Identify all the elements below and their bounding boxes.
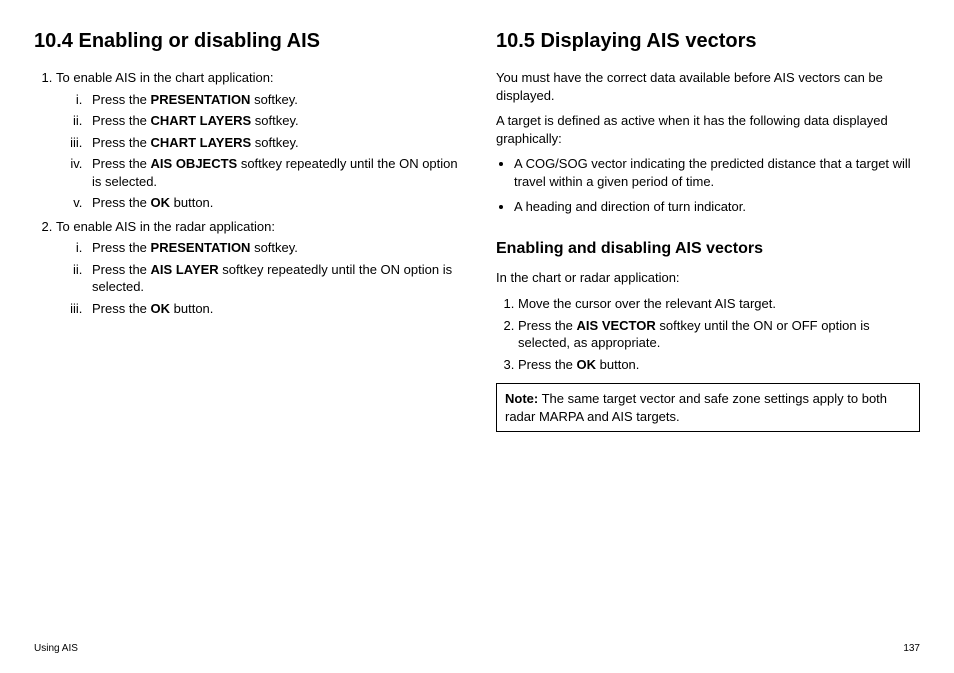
- list-item: Press the AIS VECTOR softkey until the O…: [518, 317, 920, 352]
- text: Press the: [92, 156, 151, 171]
- softkey-name: AIS LAYER: [151, 262, 219, 277]
- button-name: OK: [151, 195, 171, 210]
- list-item: Press the AIS OBJECTS softkey repeatedly…: [86, 155, 458, 190]
- text: Press the: [92, 135, 151, 150]
- softkey-name: CHART LAYERS: [151, 113, 252, 128]
- softkey-name: PRESENTATION: [151, 92, 251, 107]
- text: Press the: [92, 113, 151, 128]
- text: Press the: [92, 240, 151, 255]
- list-item: Press the CHART LAYERS softkey.: [86, 134, 458, 152]
- note-label: Note:: [505, 391, 538, 406]
- text: Press the: [92, 195, 151, 210]
- softkey-name: CHART LAYERS: [151, 135, 252, 150]
- text: Press the: [92, 92, 151, 107]
- softkey-name: PRESENTATION: [151, 240, 251, 255]
- list-item: Press the PRESENTATION softkey.: [86, 91, 458, 109]
- bullet-list: A COG/SOG vector indicating the predicte…: [496, 155, 920, 216]
- section-heading-10-4: 10.4 Enabling or disabling AIS: [34, 28, 458, 55]
- paragraph: A target is defined as active when it ha…: [496, 112, 920, 147]
- note-body: The same target vector and safe zone set…: [505, 391, 887, 424]
- footer-chapter: Using AIS: [34, 642, 78, 656]
- button-name: OK: [151, 301, 171, 316]
- list-item: Press the CHART LAYERS softkey.: [86, 112, 458, 130]
- button-name: OK: [577, 357, 597, 372]
- text: Press the: [518, 318, 577, 333]
- list-item: To enable AIS in the chart application: …: [56, 69, 458, 212]
- softkey-name: AIS OBJECTS: [151, 156, 238, 171]
- text: softkey.: [251, 113, 298, 128]
- section-heading-10-5: 10.5 Displaying AIS vectors: [496, 28, 920, 55]
- procedure-list: Move the cursor over the relevant AIS ta…: [496, 295, 920, 373]
- text: button.: [596, 357, 639, 372]
- sub-steps: Press the PRESENTATION softkey. Press th…: [56, 91, 458, 212]
- note-box: Note: The same target vector and safe zo…: [496, 383, 920, 432]
- right-column: 10.5 Displaying AIS vectors You must hav…: [496, 28, 920, 432]
- text: softkey.: [251, 135, 298, 150]
- list-item: Press the OK button.: [86, 300, 458, 318]
- list-item: A COG/SOG vector indicating the predicte…: [514, 155, 920, 190]
- sub-steps: Press the PRESENTATION softkey. Press th…: [56, 239, 458, 317]
- text: button.: [170, 301, 213, 316]
- list-item: A heading and direction of turn indicato…: [514, 198, 920, 216]
- paragraph: In the chart or radar application:: [496, 269, 920, 287]
- text: softkey.: [250, 240, 297, 255]
- left-column: 10.4 Enabling or disabling AIS To enable…: [34, 28, 458, 432]
- text: button.: [170, 195, 213, 210]
- text: Press the: [92, 301, 151, 316]
- softkey-name: AIS VECTOR: [577, 318, 656, 333]
- footer-page-number: 137: [903, 642, 920, 656]
- step-intro: To enable AIS in the radar application:: [56, 219, 275, 234]
- subsection-heading: Enabling and disabling AIS vectors: [496, 238, 920, 260]
- list-item: To enable AIS in the radar application: …: [56, 218, 458, 318]
- list-item: Press the OK button.: [86, 194, 458, 212]
- columns: 10.4 Enabling or disabling AIS To enable…: [34, 28, 920, 432]
- list-item: Press the OK button.: [518, 356, 920, 374]
- text: Press the: [92, 262, 151, 277]
- step-intro: To enable AIS in the chart application:: [56, 70, 274, 85]
- list-item: Press the PRESENTATION softkey.: [86, 239, 458, 257]
- list-item: Press the AIS LAYER softkey repeatedly u…: [86, 261, 458, 296]
- text: softkey.: [250, 92, 297, 107]
- paragraph: You must have the correct data available…: [496, 69, 920, 104]
- page-footer: Using AIS 137: [34, 642, 920, 656]
- page: 10.4 Enabling or disabling AIS To enable…: [0, 0, 954, 673]
- list-item: Move the cursor over the relevant AIS ta…: [518, 295, 920, 313]
- text: Press the: [518, 357, 577, 372]
- procedure-list: To enable AIS in the chart application: …: [34, 69, 458, 318]
